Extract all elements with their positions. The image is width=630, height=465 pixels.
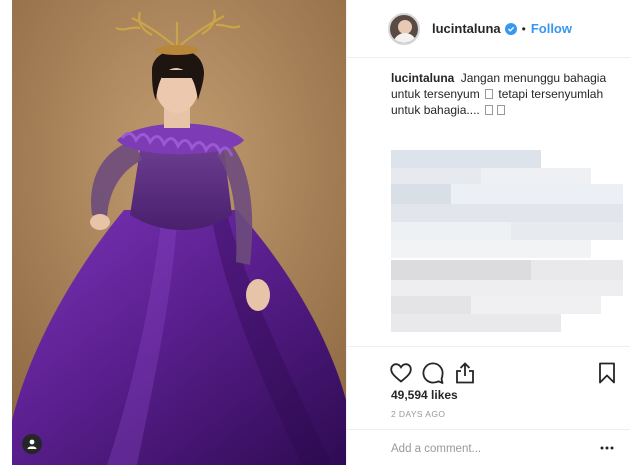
post-caption: lucintaluna Jangan menunggu bahagia untu… [391,70,623,118]
ellipsis-shape [600,446,614,450]
comment-icon[interactable] [421,361,445,385]
post-sidebar: lucintaluna • Follow lucintaluna Jangan … [346,0,630,465]
user-tag-icon[interactable] [22,434,42,454]
post-photo-image [12,0,346,465]
checkmark-icon [507,26,514,32]
header-separator: • [521,21,526,36]
more-options-icon[interactable] [599,440,615,456]
author-avatar[interactable] [388,12,420,45]
missing-emoji-glyph [485,105,494,115]
avatar-face [398,19,412,34]
comment-bubble-shape [422,362,444,384]
comment-bar [347,429,630,465]
missing-emoji-glyph [497,105,506,115]
post-photo[interactable] [12,0,346,465]
heart-icon[interactable] [389,361,413,385]
avatar-body [393,32,417,43]
save-bookmark-shape [599,362,615,384]
pixelated-comments [391,150,623,345]
share-arrow-shape [456,362,474,384]
follow-button[interactable]: Follow [531,21,572,36]
like-heart-shape [390,363,412,383]
author-username[interactable]: lucintaluna [432,21,501,36]
bookmark-icon[interactable] [595,361,619,385]
comment-input[interactable] [391,440,591,458]
missing-emoji-glyph [485,89,494,99]
verified-badge-icon [504,22,517,35]
caption-username[interactable]: lucintaluna [391,71,454,85]
person-icon [27,439,37,449]
post-timestamp[interactable]: 2 DAYS AGO [391,409,445,419]
post-header: lucintaluna • Follow [347,0,630,58]
post-actions: 49,594 likes 2 DAYS AGO [347,346,630,465]
share-icon[interactable] [453,361,477,385]
likes-count[interactable]: 49,594 likes [391,388,458,402]
